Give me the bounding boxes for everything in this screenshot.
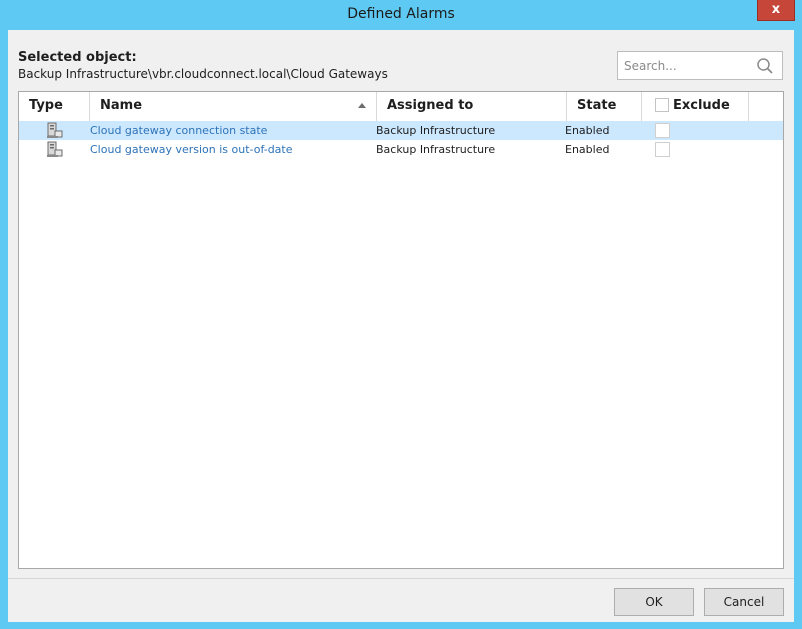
alarm-server-icon [47, 141, 63, 157]
column-header-name-label: Name [100, 98, 143, 113]
table-row[interactable]: Cloud gateway version is out-of-date Bac… [19, 140, 783, 159]
dialog-window: Defined Alarms x Selected object: Backup… [0, 0, 802, 629]
dialog-footer: OK Cancel [8, 578, 794, 622]
sort-ascending-icon [358, 103, 366, 108]
search-box[interactable] [617, 51, 783, 80]
exclude-all-checkbox[interactable] [655, 98, 669, 112]
dialog-content: Selected object: Backup Infrastructure\v… [8, 30, 794, 622]
close-button[interactable]: x [757, 0, 795, 21]
alarm-server-icon [47, 122, 63, 138]
alarms-table: Type Name Assigned to State Exclude Clou… [18, 91, 784, 569]
exclude-checkbox[interactable] [655, 142, 670, 157]
table-header: Type Name Assigned to State Exclude [19, 92, 783, 122]
window-title: Defined Alarms [347, 6, 455, 22]
column-header-assigned-to[interactable]: Assigned to [377, 92, 567, 121]
table-row[interactable]: Cloud gateway connection state Backup In… [19, 121, 783, 140]
alarm-state: Enabled [565, 124, 610, 137]
alarm-assigned-to: Backup Infrastructure [376, 124, 496, 137]
search-icon[interactable] [756, 57, 774, 75]
alarm-name[interactable]: Cloud gateway version is out-of-date [90, 140, 293, 159]
column-header-name[interactable]: Name [90, 92, 377, 121]
column-header-state[interactable]: State [567, 92, 642, 121]
title-bar[interactable]: Defined Alarms x [0, 0, 802, 30]
alarm-assigned-to: Backup Infrastructure [376, 143, 496, 156]
selected-object-path: Backup Infrastructure\vbr.cloudconnect.l… [18, 67, 388, 81]
column-header-exclude-label: Exclude [673, 98, 730, 113]
cancel-button[interactable]: Cancel [704, 588, 784, 616]
alarm-name[interactable]: Cloud gateway connection state [90, 121, 267, 140]
column-header-type[interactable]: Type [19, 92, 90, 121]
search-input[interactable] [624, 58, 754, 74]
ok-button[interactable]: OK [614, 588, 694, 616]
exclude-checkbox[interactable] [655, 123, 670, 138]
alarm-state: Enabled [565, 143, 610, 156]
column-header-exclude[interactable]: Exclude [642, 92, 749, 121]
selected-object-label: Selected object: [18, 50, 137, 65]
